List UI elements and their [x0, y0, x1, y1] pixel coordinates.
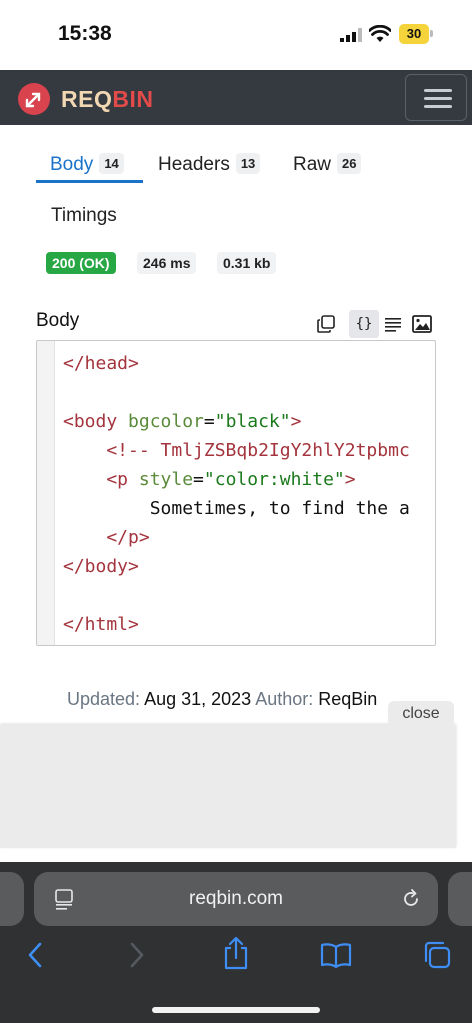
back-arrow-icon[interactable]	[26, 940, 44, 970]
popup-close-button[interactable]: close	[388, 701, 454, 727]
battery-nub	[430, 30, 433, 37]
forward-arrow-icon[interactable]	[128, 940, 146, 970]
tab-headers-label: Headers	[158, 154, 230, 175]
body-section-title: Body	[36, 310, 80, 331]
menu-bar-icon	[424, 89, 452, 92]
author-label: Author:	[255, 689, 314, 709]
menu-bar-icon	[424, 105, 452, 108]
home-indicator	[152, 1007, 320, 1013]
menu-bar-icon	[424, 97, 452, 100]
wrap-text-button[interactable]	[381, 312, 405, 336]
url-text: reqbin.com	[189, 888, 283, 909]
address-bar[interactable]: reqbin.com	[34, 872, 438, 926]
tab-body-label: Body	[50, 154, 94, 175]
code-tag: <body	[63, 411, 129, 432]
bookmarks-icon[interactable]	[320, 942, 352, 968]
code-tag: <p	[63, 469, 139, 490]
format-json-button[interactable]: {}	[349, 310, 379, 338]
status-time: 15:38	[58, 22, 112, 45]
response-size-badge: 0.31 kb	[217, 252, 277, 274]
code-attr: bgcolor	[128, 411, 204, 432]
hamburger-menu-button[interactable]	[405, 74, 467, 121]
code-tag-close: >	[344, 469, 356, 490]
active-tab-underline	[36, 180, 143, 183]
image-icon	[412, 315, 432, 333]
code-attr: style	[138, 469, 194, 490]
updated-label: Updated:	[67, 689, 141, 709]
tab-body[interactable]: Body 14	[50, 153, 124, 176]
tabs-icon[interactable]	[422, 940, 452, 970]
battery-indicator: 30	[399, 24, 429, 44]
status-code-badge: 200 (OK)	[46, 252, 116, 274]
author-name[interactable]: ReqBin	[318, 689, 377, 709]
response-body-viewer[interactable]: </head> <body bgcolor="black"> <!-- Tmlj…	[36, 340, 436, 646]
reload-icon[interactable]	[400, 888, 422, 910]
tab-raw-label: Raw	[293, 154, 332, 175]
cellular-signal-icon	[340, 28, 362, 42]
reqbin-logo-text[interactable]: REQBIN	[61, 86, 153, 113]
code-line: </html>	[63, 614, 139, 635]
tab-timings[interactable]: Timings	[51, 205, 117, 227]
logo-bin: BIN	[112, 86, 154, 112]
code-gutter	[37, 341, 55, 645]
braces-icon: {}	[355, 316, 373, 332]
top-navbar: REQBIN	[0, 70, 472, 125]
reqbin-logo-icon[interactable]	[18, 83, 50, 115]
code-text: Sometimes, to find the a	[63, 498, 410, 519]
updated-date: Aug 31, 2023	[144, 689, 252, 709]
copy-button[interactable]	[314, 312, 338, 336]
tab-timings-label: Timings	[51, 205, 117, 226]
preview-button[interactable]	[410, 312, 434, 336]
prev-tab-peek[interactable]	[0, 872, 24, 926]
ad-popup	[0, 725, 456, 848]
code-eq: =	[193, 469, 204, 490]
code-string: "color:white"	[203, 469, 345, 490]
code-comment: <!-- TmljZSBqb2IgY2hlY2tpbmc	[63, 440, 410, 461]
response-time-badge: 246 ms	[137, 252, 197, 274]
article-meta: Updated: Aug 31, 2023 Author: ReqBin	[67, 689, 377, 710]
code-line: </body>	[63, 556, 139, 577]
status-bar: 15:38 30	[0, 0, 472, 70]
share-icon[interactable]	[222, 936, 250, 970]
tab-body-count: 14	[99, 153, 124, 174]
tab-headers[interactable]: Headers 13	[158, 153, 261, 176]
wifi-icon	[369, 25, 391, 42]
code-tag-close: >	[290, 411, 302, 432]
next-tab-peek[interactable]	[448, 872, 472, 926]
code-line: </p>	[63, 527, 150, 548]
code-string: "black"	[214, 411, 291, 432]
code-lines: </head> <body bgcolor="black"> <!-- Tmlj…	[63, 349, 410, 639]
code-eq: =	[203, 411, 215, 432]
copy-icon	[317, 315, 335, 333]
logo-req: REQ	[61, 86, 113, 112]
tab-raw-count: 26	[337, 153, 362, 174]
tab-raw[interactable]: Raw 26	[293, 153, 362, 176]
tab-headers-count: 13	[235, 153, 261, 174]
lines-icon	[385, 318, 401, 332]
code-line: </head>	[63, 353, 139, 374]
